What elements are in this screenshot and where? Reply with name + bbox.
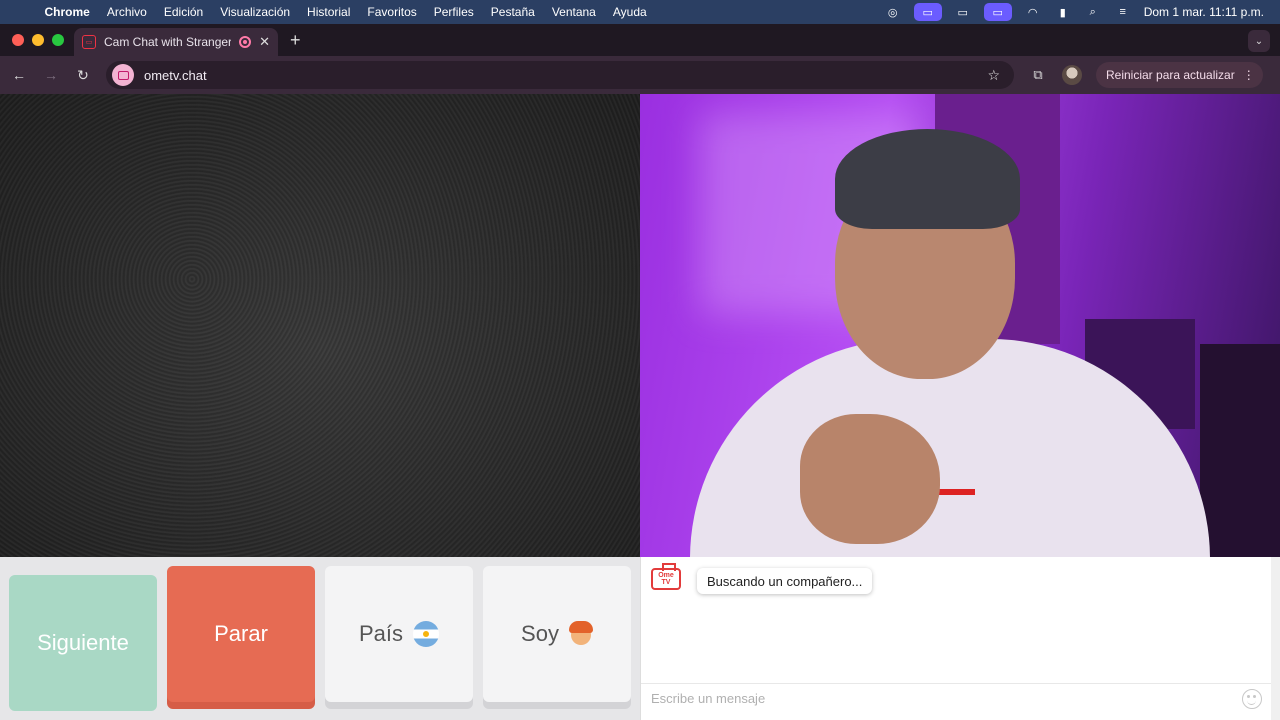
message-input-row: [641, 683, 1272, 713]
menu-perfiles[interactable]: Perfiles: [425, 5, 482, 19]
forward-arrow-icon[interactable]: →: [42, 67, 60, 83]
address-url[interactable]: ometv.chat: [144, 68, 977, 83]
video-dark-corner: [1200, 344, 1280, 557]
spotlight-search-icon[interactable]: ⌕: [1084, 5, 1102, 19]
menu-pestana[interactable]: Pestaña: [482, 5, 543, 19]
next-button-label: Siguiente: [37, 630, 129, 655]
tab-ometv[interactable]: ▭ Cam Chat with Strangers ✕: [74, 28, 278, 56]
back-arrow-icon[interactable]: ←: [10, 67, 28, 83]
battery-icon[interactable]: ▮: [1054, 5, 1072, 19]
profile-avatar[interactable]: [1062, 65, 1082, 85]
status-icons: ◎ ▭ ▭ ▭ ◠ ▮ ⌕ ≡ Dom 1 mar. 11:11 p.m.: [884, 3, 1280, 21]
stop-button[interactable]: Parar: [167, 566, 315, 702]
self-camera-video: [640, 94, 1280, 557]
battery-saver-icon[interactable]: ▭: [954, 5, 972, 19]
country-button-label: País: [358, 621, 404, 646]
stop-button-label: Parar: [214, 621, 268, 646]
argentina-flag-icon: [413, 621, 440, 647]
emoji-smiley-icon[interactable]: [1242, 688, 1262, 709]
country-button[interactable]: País: [325, 566, 473, 702]
menu-ayuda[interactable]: Ayuda: [604, 5, 655, 19]
site-info-icon[interactable]: [112, 64, 134, 86]
wifi-icon[interactable]: ◠: [1024, 5, 1042, 19]
restart-to-update-label: Reiniciar para actualizar: [1106, 68, 1235, 82]
boy-emoji-icon: [568, 621, 593, 647]
minimize-window-icon[interactable]: [32, 34, 44, 46]
close-tab-icon[interactable]: ✕: [259, 34, 270, 50]
address-bar[interactable]: ometv.chat ☆: [106, 61, 1014, 89]
extensions-icon[interactable]: ⧉: [1028, 67, 1048, 83]
next-button[interactable]: Siguiente: [9, 575, 157, 711]
bookmark-star-icon[interactable]: ☆: [987, 67, 1008, 84]
menu-edicion[interactable]: Edición: [155, 5, 211, 19]
tab-title: Cam Chat with Strangers: [104, 35, 232, 49]
screen-share-icon[interactable]: ▭: [913, 3, 942, 21]
ometv-logo-icon: Ome TV: [651, 568, 681, 590]
restart-to-update-button[interactable]: Reiniciar para actualizar ⋮: [1096, 62, 1263, 88]
macos-menu-bar: Chrome Archivo Edición Visualización His…: [0, 0, 1280, 24]
video-person-hand: [800, 414, 940, 544]
reload-icon[interactable]: ↻: [74, 67, 92, 84]
display-icon[interactable]: ▭: [983, 3, 1012, 21]
video-person-cap: [835, 129, 1020, 229]
tab-strip: ▭ Cam Chat with Strangers ✕ + ⌄: [0, 24, 1280, 56]
menu-clock[interactable]: Dom 1 mar. 11:11 p.m.: [1144, 5, 1264, 19]
tab-search-chevron-icon[interactable]: ⌄: [1248, 30, 1270, 52]
partner-video-static: [0, 94, 640, 557]
menu-archivo[interactable]: Archivo: [98, 5, 155, 19]
maximize-window-icon[interactable]: [52, 34, 64, 46]
menu-ventana[interactable]: Ventana: [543, 5, 604, 19]
menu-visualizacion[interactable]: Visualización: [212, 5, 299, 19]
more-menu-icon[interactable]: ⋮: [1243, 68, 1255, 82]
chat-controls: Siguiente Parar País Soy: [0, 557, 640, 720]
gender-button[interactable]: Soy: [483, 566, 631, 702]
message-input[interactable]: [651, 691, 1242, 706]
browser-toolbar: ← → ↻ ometv.chat ☆ ⧉ Reiniciar para actu…: [0, 56, 1280, 94]
close-window-icon[interactable]: [12, 34, 24, 46]
status-message: Buscando un compañero...: [697, 568, 873, 594]
menu-app-chrome[interactable]: Chrome: [36, 5, 98, 19]
menu-historial[interactable]: Historial: [299, 5, 359, 19]
recording-indicator-icon: [239, 36, 252, 48]
sync-status-icon[interactable]: ◎: [884, 5, 902, 19]
new-tab-icon[interactable]: +: [290, 30, 301, 51]
ometv-favicon-icon: ▭: [82, 35, 96, 49]
menu-favoritos[interactable]: Favoritos: [359, 5, 425, 19]
gender-button-label: Soy: [521, 621, 559, 646]
control-center-icon[interactable]: ≡: [1114, 5, 1132, 19]
chat-scrollbar[interactable]: [1271, 557, 1280, 720]
window-controls: [0, 34, 74, 56]
chat-panel: Ome TV Buscando un compañero...: [640, 557, 1280, 720]
